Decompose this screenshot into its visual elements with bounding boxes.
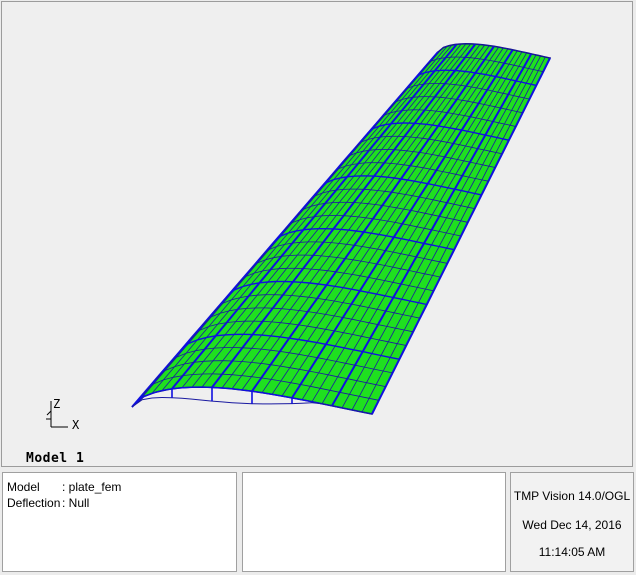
rib-line [333, 228, 342, 231]
root-lower-line [231, 402, 243, 404]
rib-line [380, 175, 388, 178]
mesh-line [353, 202, 361, 204]
axis-x-label: X [72, 418, 80, 432]
rib-line [215, 334, 226, 337]
root-lower-line [191, 398, 203, 401]
mesh-line [394, 149, 401, 151]
mesh-line [262, 321, 272, 323]
rib-line [211, 386, 223, 389]
version-text: TMP Vision 14.0/OGL [513, 489, 631, 503]
rib-line [301, 281, 310, 284]
mesh-line [214, 347, 224, 349]
root-lower-line [211, 400, 223, 403]
rib-line [384, 123, 392, 126]
info-row-deflection: Deflection : Null [7, 495, 232, 511]
mesh-line [242, 347, 252, 349]
info-value: : plate_fem [62, 480, 122, 494]
mesh-line [343, 215, 352, 217]
wing-mesh-model[interactable] [2, 2, 634, 468]
mesh-line [282, 294, 292, 296]
rib-line [432, 124, 439, 127]
info-key: Model [7, 480, 40, 494]
rib-line [490, 74, 496, 78]
rib-line [309, 282, 319, 285]
rib-line [292, 281, 302, 283]
info-key: Deflection [7, 496, 61, 510]
root-lower-line [141, 397, 153, 401]
rib-line [480, 73, 486, 76]
root-lower-line [171, 397, 183, 399]
rib-line [356, 230, 364, 233]
rib-line [270, 335, 281, 338]
rib-line [414, 122, 421, 125]
rib-line [443, 126, 451, 129]
mesh-line [192, 373, 203, 375]
mesh-line [222, 373, 232, 376]
model-info-panel: Model : plate_fem Deflection : Null [2, 472, 237, 572]
rib-line [221, 387, 233, 390]
rib-line [303, 228, 311, 231]
rib-line [420, 123, 427, 125]
rib-line [438, 125, 445, 128]
rib-line [460, 70, 466, 73]
rib-line [224, 333, 235, 336]
rib-line [390, 122, 397, 125]
rib-line [259, 281, 268, 284]
message-panel [242, 472, 506, 572]
mesh-line [272, 307, 282, 310]
root-lower-line [181, 397, 193, 400]
rib-line [400, 178, 408, 181]
mesh-line [232, 360, 242, 362]
axis-z-label: Z [53, 397, 61, 411]
rib-line [429, 70, 435, 73]
mesh-line [423, 83, 430, 85]
mesh-line [257, 294, 266, 296]
rib-line [465, 70, 471, 73]
graphics-viewport[interactable]: Z X [1, 1, 633, 467]
info-row-model: Model : plate_fem [7, 479, 232, 495]
rib-line [475, 72, 481, 75]
rib-line [394, 177, 402, 180]
info-value: : Null [62, 496, 90, 510]
mesh-line [479, 44, 485, 46]
mesh-line [412, 96, 419, 98]
root-lower-line [221, 401, 233, 404]
time-text: 11:14:05 AM [538, 545, 606, 559]
mesh-line [323, 241, 332, 243]
rib-line [347, 175, 354, 178]
rib-line [171, 387, 183, 390]
mesh-line [384, 162, 391, 164]
rib-line [485, 73, 491, 77]
mesh-line [401, 109, 408, 111]
rib-line [348, 229, 357, 232]
rib-line [426, 123, 433, 126]
rib-line [387, 176, 395, 179]
rib-line [470, 71, 476, 74]
rib-line [181, 386, 193, 389]
rib-line [341, 228, 349, 231]
rib-line [495, 75, 501, 79]
date-text: Wed Dec 14, 2016 [522, 518, 622, 532]
rib-line [374, 175, 381, 178]
mesh-line [470, 57, 475, 59]
status-panel: TMP Vision 14.0/OGL Wed Dec 14, 2016 11:… [510, 472, 634, 572]
rib-line [261, 334, 271, 337]
model-label: Model 1 [26, 451, 85, 466]
rib-line [267, 280, 277, 283]
root-lower-line [201, 399, 213, 402]
mesh-line [203, 360, 214, 362]
root-lower-line [151, 397, 163, 399]
rib-line [252, 333, 262, 336]
mesh-line [363, 188, 371, 191]
mesh-line [404, 136, 411, 138]
